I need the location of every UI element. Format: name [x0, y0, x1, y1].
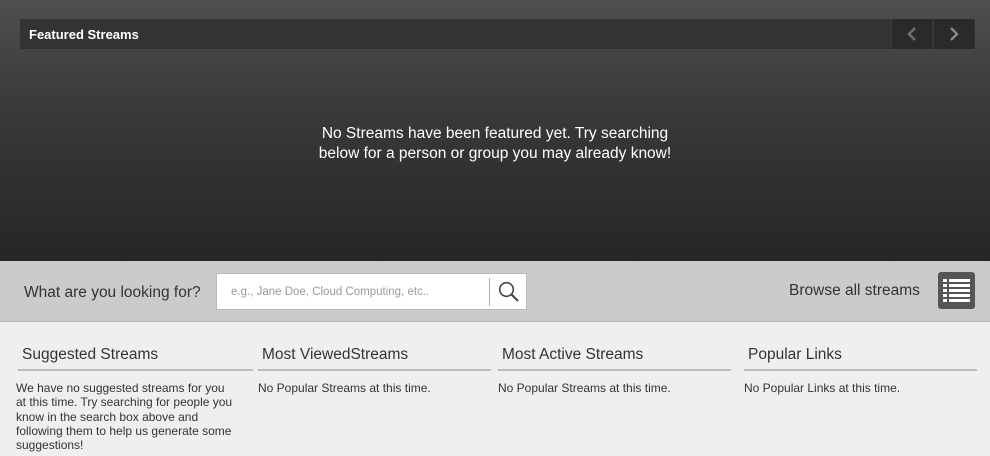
section-text-line: suggestions!: [16, 438, 84, 453]
chevron-right-icon: [950, 27, 959, 41]
next-button[interactable]: [933, 19, 974, 49]
no-featured-message: No Streams have been featured yet. Try s…: [0, 124, 990, 164]
list-icon: [943, 278, 970, 302]
chevron-left-icon: [907, 27, 916, 41]
section-text-line: No Popular Streams at this time.: [498, 381, 671, 395]
section-body: No Popular Links at this time.: [744, 371, 977, 395]
section-text-line: following them to help us generate some: [16, 423, 232, 438]
featured-streams-title: Featured Streams: [29, 27, 139, 42]
section-body: We have no suggested streams for you at …: [16, 371, 253, 452]
no-featured-message-line: below for a person or group you may alre…: [318, 145, 672, 162]
search-bar: What are you looking for? Browse all str…: [0, 261, 990, 322]
section-text-line: No Popular Links at this time.: [744, 381, 901, 395]
most-active-streams-section: Most Active Streams No Popular Streams a…: [498, 343, 731, 395]
section-title: Most Active Streams: [498, 343, 731, 371]
section-text-line: We have no suggested streams for you: [16, 381, 225, 395]
section-body: No Popular Streams at this time.: [258, 371, 491, 395]
search-icon: [498, 281, 519, 302]
browse-all-streams-link[interactable]: Browse all streams: [789, 282, 920, 300]
section-title: Popular Links: [744, 343, 977, 371]
section-text-line: No Popular Streams at this time.: [258, 381, 431, 395]
popular-links-section: Popular Links No Popular Links at this t…: [744, 343, 977, 395]
search-button[interactable]: [490, 274, 527, 309]
search-label: What are you looking for?: [24, 284, 201, 301]
section-title: Most ViewedStreams: [258, 343, 491, 371]
suggested-streams-section: Suggested Streams We have no suggested s…: [16, 343, 253, 452]
featured-streams-header: Featured Streams: [20, 19, 975, 49]
search-input[interactable]: [217, 274, 489, 309]
search-box: [216, 273, 527, 310]
most-viewed-streams-section: Most ViewedStreams No Popular Streams at…: [258, 343, 491, 395]
featured-streams-panel: Featured Streams No Streams have been fe…: [0, 0, 990, 261]
section-title: Suggested Streams: [18, 343, 253, 371]
browse-all-streams-button[interactable]: [938, 272, 975, 309]
no-featured-message-line: No Streams have been featured yet. Try s…: [321, 125, 669, 142]
section-text-line: at this time. Try searching for people y…: [16, 395, 233, 410]
previous-button[interactable]: [891, 19, 932, 49]
section-body: No Popular Streams at this time.: [498, 371, 731, 395]
section-text-line: know in the search box above and: [16, 409, 199, 424]
